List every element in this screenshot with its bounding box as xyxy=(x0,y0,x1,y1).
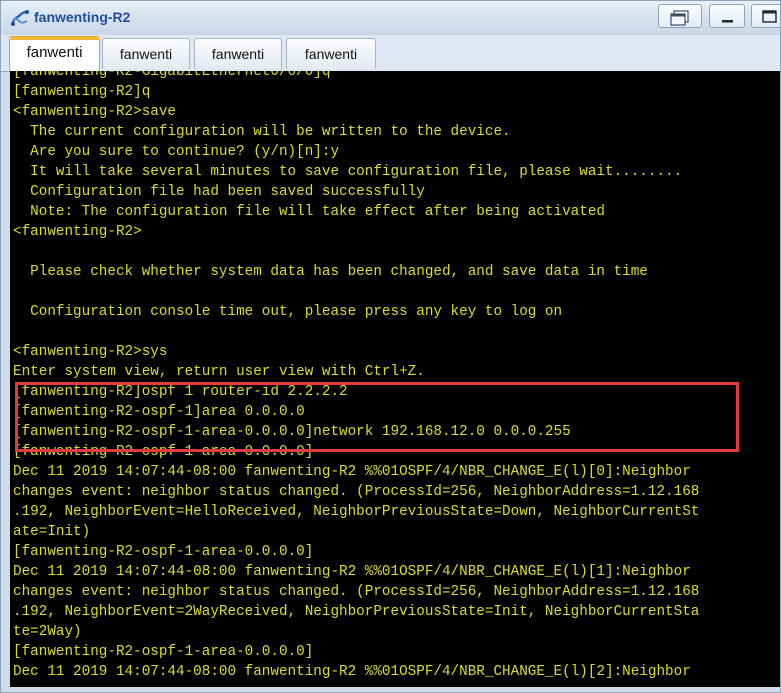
console-output[interactable]: [fanwenting-R2-GigabitEthernet0/0/0]q [fa… xyxy=(10,71,780,687)
console-line: [fanwenting-R2]q xyxy=(13,84,151,100)
console-line: <fanwenting-R2> xyxy=(13,224,142,240)
console-line: The current configuration will be writte… xyxy=(13,124,511,140)
minimize-icon xyxy=(710,5,744,27)
session-tab-4[interactable]: fanwenti xyxy=(286,38,376,69)
console-line: Are you sure to continue? (y/n)[n]:y xyxy=(13,144,340,160)
minimize-button[interactable] xyxy=(709,4,745,28)
window-title: fanwenting-R2 xyxy=(34,9,131,25)
console-line: Please check whether system data has bee… xyxy=(13,264,648,280)
console-line: .192, NeighborEvent=2WayReceived, Neighb… xyxy=(13,604,700,620)
network-device-icon xyxy=(10,9,30,27)
console-line: [fanwenting-R2-ospf-1-area-0.0.0.0] xyxy=(13,644,314,660)
console-line: <fanwenting-R2>sys xyxy=(13,344,168,360)
session-tab-1[interactable]: fanwenti xyxy=(9,36,100,71)
console-line: Enter system view, return user view with… xyxy=(13,364,425,380)
console-line: Configuration console time out, please p… xyxy=(13,304,563,320)
console-line: [fanwenting-R2-GigabitEthernet0/0/0]q xyxy=(13,71,331,80)
console-line: ate=Init) xyxy=(13,524,91,540)
terminal-window: fanwenting-R2 fanwenti fanwenti fanwenti… xyxy=(0,0,781,693)
console-line: [fanwenting-R2]ospf 1 router-id 2.2.2.2 xyxy=(13,384,348,400)
console-line: Dec 11 2019 14:07:44-08:00 fanwenting-R2… xyxy=(13,464,691,480)
maximize-button[interactable] xyxy=(751,4,780,28)
restore-icon xyxy=(659,5,701,27)
console-line: te=2Way) xyxy=(13,624,82,640)
session-tab-3[interactable]: fanwenti xyxy=(194,38,282,69)
console-line: [fanwenting-R2-ospf-1-area-0.0.0.0] xyxy=(13,444,314,460)
window-bottom-border xyxy=(1,687,780,692)
console-line: [fanwenting-R2-ospf-1-area-0.0.0.0] xyxy=(13,544,314,560)
session-tab-bar: fanwenti fanwenti fanwenti fanwenti xyxy=(1,35,780,72)
console-line: Note: The configuration file will take e… xyxy=(13,204,605,220)
title-bar[interactable]: fanwenting-R2 xyxy=(1,1,780,36)
console-line: [fanwenting-R2-ospf-1-area-0.0.0.0]netwo… xyxy=(13,424,571,440)
console-line: Configuration file had been saved succes… xyxy=(13,184,425,200)
restore-button[interactable] xyxy=(658,4,702,28)
console-line: <fanwenting-R2>save xyxy=(13,104,177,120)
console-line: Dec 11 2019 14:07:44-08:00 fanwenting-R2… xyxy=(13,664,691,680)
console-lines: [fanwenting-R2-GigabitEthernet0/0/0]q [fa… xyxy=(13,71,699,682)
console-line: .192, NeighborEvent=HelloReceived, Neigh… xyxy=(13,504,700,520)
session-tab-2[interactable]: fanwenti xyxy=(102,38,190,69)
console-line: It will take several minutes to save con… xyxy=(13,164,683,180)
console-line: changes event: neighbor status changed. … xyxy=(13,584,700,600)
console-line: Dec 11 2019 14:07:44-08:00 fanwenting-R2… xyxy=(13,564,691,580)
console-line: changes event: neighbor status changed. … xyxy=(13,484,700,500)
maximize-icon xyxy=(752,5,780,27)
console-line: [fanwenting-R2-ospf-1]area 0.0.0.0 xyxy=(13,404,305,420)
